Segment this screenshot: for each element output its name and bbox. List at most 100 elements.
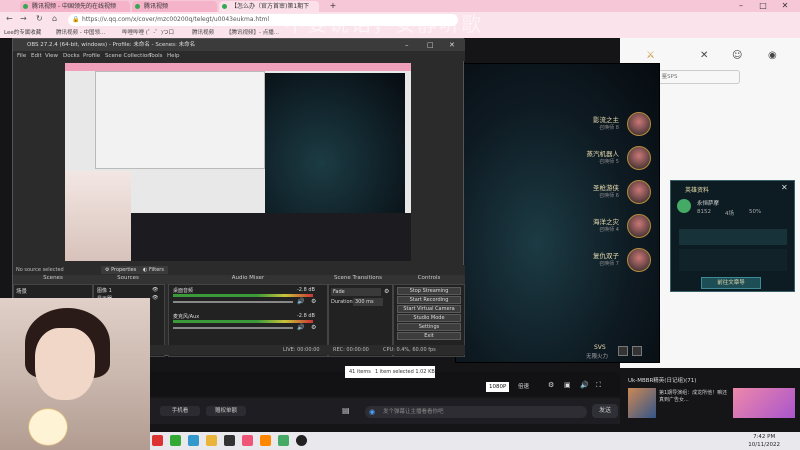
clock-time: 7:42 PM: [753, 434, 776, 440]
system-clock[interactable]: 7:42 PM 10/11/2022: [748, 433, 780, 449]
preview-webcam: [65, 171, 131, 261]
obs-icon[interactable]: [296, 435, 307, 446]
browser-tab-2[interactable]: 腾讯视频: [132, 1, 217, 12]
app-icon[interactable]: [170, 435, 181, 446]
preview-game: [265, 73, 405, 223]
app-icon[interactable]: [224, 435, 235, 446]
rec-thumbnail[interactable]: [733, 388, 795, 418]
close-icon[interactable]: ✕: [774, 0, 796, 12]
champion-row[interactable]: 复仇双子 召唤师 7: [553, 246, 653, 274]
eye-icon[interactable]: 👁: [152, 287, 158, 293]
mixer-track-db: -2.8 dB: [297, 287, 315, 293]
app-icon[interactable]: [242, 435, 253, 446]
properties-label: Properties: [111, 267, 137, 273]
menu-edit[interactable]: Edit: [31, 51, 42, 61]
champion-row[interactable]: 海洋之灾 召唤师 4: [553, 212, 653, 240]
bookmark-item[interactable]: 【腾讯视频】- 点播...: [226, 28, 279, 38]
browser-tab-1[interactable]: 腾讯视频 - 中国领先的在线视频: [20, 1, 130, 12]
folder-icon[interactable]: [206, 435, 217, 446]
avatar[interactable]: ◉: [768, 50, 777, 61]
gear-icon[interactable]: ⚙: [311, 298, 316, 305]
duration-input[interactable]: 300 ms: [353, 298, 383, 306]
app-icon[interactable]: [152, 435, 163, 446]
menu-scene-collection[interactable]: Scene Collection: [105, 51, 151, 61]
gear-icon[interactable]: ⚙: [311, 324, 316, 331]
close-icon[interactable]: ✕: [781, 183, 788, 192]
danmaku-icon[interactable]: ▤: [342, 406, 350, 415]
settings-button[interactable]: Settings: [397, 323, 461, 331]
champion-name: 海洋之灾: [593, 218, 619, 226]
preview-browser-tabs: [65, 63, 411, 71]
champion-row[interactable]: 蒸汽机器人 召唤师 5: [553, 144, 653, 172]
game-mode-code: SVS: [594, 344, 606, 351]
scene-item[interactable]: 场景: [16, 287, 27, 295]
app-icon[interactable]: [278, 435, 289, 446]
speaker-icon[interactable]: 🔊: [297, 298, 304, 305]
forward-icon[interactable]: →: [20, 14, 27, 23]
obs-preview[interactable]: [65, 63, 411, 261]
bookmark-item[interactable]: 腾讯视频 - 中国领...: [56, 28, 105, 38]
chat-input[interactable]: ◉ 发个弹幕让主播看看你吧: [365, 406, 587, 418]
chat-icon[interactable]: [618, 346, 628, 356]
bookmark-item[interactable]: 腾讯视频: [192, 28, 214, 38]
gift-button[interactable]: 赠权单额: [206, 406, 246, 416]
menu-docks[interactable]: Docks: [63, 51, 80, 61]
danmaku-style-icon[interactable]: ◉: [369, 406, 375, 418]
obs-window-title: OBS 27.2.4 (64-bit, windows) - Profile: …: [27, 42, 196, 48]
menu-profile[interactable]: Profile: [83, 51, 100, 61]
maximize-icon[interactable]: □: [752, 0, 774, 12]
menu-view[interactable]: View: [45, 51, 58, 61]
volume-slider[interactable]: [173, 327, 293, 329]
minimize-icon[interactable]: –: [730, 0, 752, 12]
controls-title: Controls: [417, 275, 441, 281]
filters-button[interactable]: ◐ Filters: [139, 266, 168, 274]
transition-select[interactable]: Fade: [331, 288, 381, 296]
menu-file[interactable]: File: [17, 51, 26, 61]
menu-tools[interactable]: Tools: [149, 51, 163, 61]
stop-streaming-button[interactable]: Stop Streaming: [397, 287, 461, 295]
bookmark-item[interactable]: 哔哩哔哩 (゜-゜)つ口: [122, 28, 174, 38]
studio-mode-button[interactable]: Studio Mode: [397, 314, 461, 322]
recommendations: Uk-MBBR精英(日记组)(71) 第1期导演组：成龙所他！嘛还真到广告女..…: [625, 374, 800, 430]
view-article-button[interactable]: 前往文章导: [701, 277, 761, 289]
user-icon[interactable]: ☺: [732, 50, 742, 61]
properties-button[interactable]: ⚙ Properties: [101, 266, 141, 274]
champion-row[interactable]: 影流之主 召唤师 8: [553, 110, 653, 138]
reload-icon[interactable]: ↻: [36, 14, 43, 23]
gear-icon[interactable]: ⚙: [384, 288, 389, 295]
volume-slider[interactable]: [173, 301, 293, 303]
rank-emblem-icon: ⚔: [646, 50, 655, 61]
champion-row[interactable]: 圣枪游侠 召唤师 6: [553, 178, 653, 206]
source-item[interactable]: 图像 1: [97, 287, 112, 294]
maximize-icon[interactable]: □: [427, 39, 434, 51]
app-icon[interactable]: [260, 435, 271, 446]
scene-transitions-title: Scene Transitions: [334, 275, 382, 281]
mic-icon[interactable]: [632, 346, 642, 356]
menu-help[interactable]: Help: [167, 51, 180, 61]
taskbar: 7:42 PM 10/11/2022: [150, 432, 800, 450]
bookmark-item[interactable]: Lee的专属收藏: [4, 28, 41, 38]
speed-button[interactable]: 倍速: [518, 382, 529, 390]
pip-icon[interactable]: ▣: [564, 381, 571, 389]
speaker-icon[interactable]: 🔊: [297, 324, 304, 331]
rec-title[interactable]: 第1期导演组：成龙所他！嘛还真到广告女...: [659, 390, 729, 404]
volume-icon[interactable]: 🔊: [580, 381, 589, 389]
app-icon[interactable]: [188, 435, 199, 446]
player-name: 永恒萨摩: [697, 201, 720, 207]
start-virtual-camera-button[interactable]: Start Virtual Camera: [397, 305, 461, 313]
start-recording-button[interactable]: Start Recording: [397, 296, 461, 304]
eye-icon[interactable]: 👁: [152, 295, 158, 301]
exit-button[interactable]: Exit: [397, 332, 461, 340]
minimize-icon[interactable]: –: [405, 39, 409, 51]
back-icon[interactable]: ←: [6, 14, 13, 23]
settings-icon[interactable]: ⚙: [548, 381, 554, 389]
quality-button[interactable]: 1080P: [486, 382, 510, 392]
rec-thumbnail[interactable]: [628, 388, 656, 418]
close-icon[interactable]: ✕: [449, 39, 455, 51]
phone-watch-button[interactable]: 手机看: [160, 406, 200, 416]
fullscreen-icon[interactable]: ⛶: [596, 381, 601, 390]
tab-favicon-icon: [23, 4, 28, 9]
send-button[interactable]: 发送: [592, 404, 618, 418]
close-icon[interactable]: ✕: [700, 50, 708, 61]
home-icon[interactable]: ⌂: [52, 14, 57, 23]
